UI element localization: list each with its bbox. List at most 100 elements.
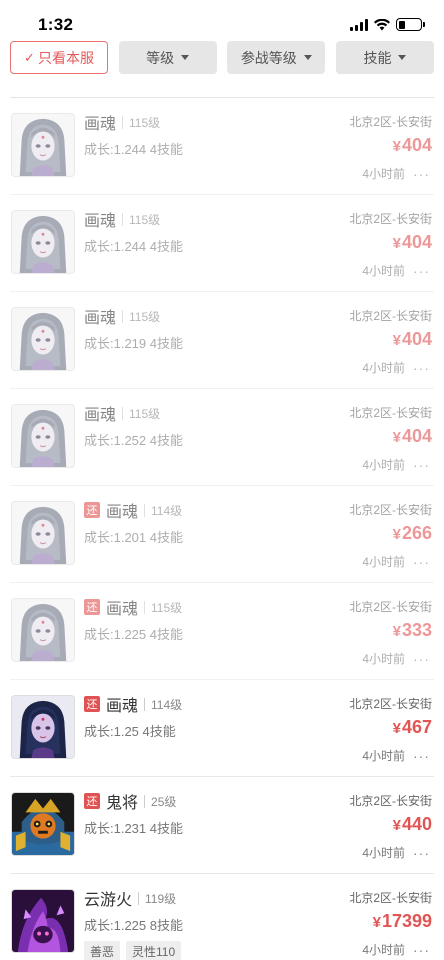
listing-item[interactable]: 还 鬼将 25级 成长:1.231 4技能 北京2区-长安街 ¥440 4小时前…: [10, 777, 434, 874]
server-name: 北京2区-长安街: [349, 600, 432, 614]
currency-symbol: ¥: [392, 138, 401, 155]
listing-title-row: 画魂 115级: [84, 112, 160, 133]
pet-level: 114级: [151, 697, 183, 712]
pet-level: 119级: [145, 891, 177, 906]
pet-level: 115级: [129, 309, 161, 324]
more-options-icon[interactable]: ···: [413, 264, 430, 278]
listing-time: 4小时前: [362, 749, 405, 763]
price: ¥404: [393, 329, 432, 350]
more-options-icon[interactable]: ···: [413, 458, 430, 472]
price: ¥266: [393, 523, 432, 544]
price-amount: 333: [401, 620, 432, 640]
caret-down-icon: [303, 55, 312, 60]
returned-badge: 还: [84, 502, 100, 518]
check-icon: ✓: [24, 49, 35, 65]
server-name: 北京2区-长安街: [349, 309, 432, 323]
status-icons: [350, 17, 425, 31]
filter-bar: ✓ 只看本服 等级 参战等级 技能: [10, 41, 434, 74]
title-separator: [144, 697, 146, 711]
title-separator: [144, 794, 146, 808]
pet-attributes: 成长:1.225 8技能: [84, 918, 183, 933]
price: ¥440: [393, 814, 432, 835]
pet-name: 画魂: [84, 116, 117, 133]
battle-level-filter-dropdown[interactable]: 参战等级: [227, 41, 326, 74]
listing-title-row: 还 鬼将 25级: [84, 791, 177, 812]
skill-filter-label: 技能: [363, 49, 392, 66]
listing-title-row: 云游火 119级: [84, 888, 177, 909]
listing-time: 4小时前: [362, 555, 405, 569]
server-name: 北京2区-长安街: [349, 115, 432, 129]
more-options-icon[interactable]: ···: [413, 361, 430, 375]
listing-item[interactable]: 还 画魂 114级 成长:1.201 4技能 北京2区-长安街 ¥266 4小时…: [10, 486, 434, 583]
caret-down-icon: [181, 55, 190, 60]
pet-tags: 善恶 灵性110: [84, 941, 182, 960]
pet-name: 画魂: [84, 310, 117, 327]
price: ¥404: [393, 426, 432, 447]
server-name: 北京2区-长安街: [349, 503, 432, 517]
price: ¥404: [393, 135, 432, 156]
more-options-icon[interactable]: ···: [413, 846, 430, 860]
price-amount: 440: [401, 814, 432, 834]
pet-level: 114级: [151, 503, 183, 518]
currency-symbol: ¥: [372, 914, 381, 931]
listing-time: 4小时前: [362, 361, 405, 375]
pet-level: 25级: [151, 794, 177, 809]
pet-avatar: [11, 307, 75, 371]
battery-icon: [396, 18, 425, 31]
pet-attributes: 成长:1.225 4技能: [84, 627, 183, 642]
pet-name: 画魂: [106, 601, 139, 618]
listing-time-row: 4小时前 ···: [362, 650, 430, 667]
skill-filter-dropdown[interactable]: 技能: [335, 41, 434, 74]
listing-title-row: 画魂 115级: [84, 306, 161, 327]
pet-attributes: 成长:1.219 4技能: [84, 336, 183, 351]
pet-attributes: 成长:1.231 4技能: [84, 821, 183, 836]
pet-name: 画魂: [84, 213, 117, 230]
price-amount: 467: [401, 717, 432, 737]
title-separator: [122, 309, 124, 323]
price-amount: 266: [401, 523, 432, 543]
status-bar: 1:32: [0, 0, 444, 36]
price-amount: 404: [401, 232, 432, 252]
more-options-icon[interactable]: ···: [413, 167, 430, 181]
pet-name: 画魂: [106, 504, 139, 521]
listing-time: 4小时前: [362, 943, 405, 957]
pet-attributes: 成长:1.201 4技能: [84, 530, 183, 545]
title-separator: [144, 503, 146, 517]
pet-tag: 善恶: [84, 941, 121, 960]
caret-down-icon: [398, 55, 407, 60]
listing-title-row: 画魂 115级: [84, 209, 160, 230]
listing-title-row: 还 画魂 114级: [84, 500, 183, 521]
listing-item[interactable]: 云游火 119级 成长:1.225 8技能 善恶 灵性110 北京2区-长安街 ¥…: [10, 874, 434, 960]
price: ¥404: [393, 232, 432, 253]
level-filter-dropdown[interactable]: 等级: [118, 41, 217, 74]
more-options-icon[interactable]: ···: [413, 652, 430, 666]
listing-item[interactable]: 画魂 115级 成长:1.252 4技能 北京2区-长安街 ¥404 4小时前 …: [10, 389, 434, 486]
cellular-signal-icon: [350, 19, 368, 31]
wifi-icon: [374, 19, 390, 31]
listing-item[interactable]: 画魂 115级 成长:1.244 4技能 北京2区-长安街 ¥404 4小时前 …: [10, 195, 434, 292]
listing-time: 4小时前: [362, 167, 405, 181]
pet-attributes: 成长:1.244 4技能: [84, 142, 183, 157]
pet-level: 115级: [129, 406, 161, 421]
server-name: 北京2区-长安街: [349, 891, 432, 905]
listing-item[interactable]: 画魂 115级 成长:1.244 4技能 北京2区-长安街 ¥404 4小时前 …: [10, 98, 434, 195]
pet-avatar: [11, 792, 75, 856]
only-this-server-button[interactable]: ✓ 只看本服: [10, 41, 108, 74]
currency-symbol: ¥: [392, 623, 401, 640]
listing-item[interactable]: 还 画魂 114级 成长:1.25 4技能 北京2区-长安街 ¥467 4小时前…: [10, 680, 434, 777]
more-options-icon[interactable]: ···: [413, 555, 430, 569]
status-time: 1:32: [38, 15, 74, 34]
more-options-icon[interactable]: ···: [413, 943, 430, 957]
listing-time-row: 4小时前 ···: [362, 941, 430, 958]
pet-avatar: [11, 404, 75, 468]
pet-attributes: 成长:1.252 4技能: [84, 433, 183, 448]
listing-item[interactable]: 画魂 115级 成长:1.219 4技能 北京2区-长安街 ¥404 4小时前 …: [10, 292, 434, 389]
currency-symbol: ¥: [392, 817, 401, 834]
more-options-icon[interactable]: ···: [413, 749, 430, 763]
listing-time: 4小时前: [362, 458, 405, 472]
server-name: 北京2区-长安街: [349, 697, 432, 711]
listing-title-row: 还 画魂 115级: [84, 597, 182, 618]
pet-tag: 灵性110: [126, 941, 182, 960]
listing-item[interactable]: 还 画魂 115级 成长:1.225 4技能 北京2区-长安街 ¥333 4小时…: [10, 583, 434, 680]
listing-time-row: 4小时前 ···: [362, 456, 430, 473]
